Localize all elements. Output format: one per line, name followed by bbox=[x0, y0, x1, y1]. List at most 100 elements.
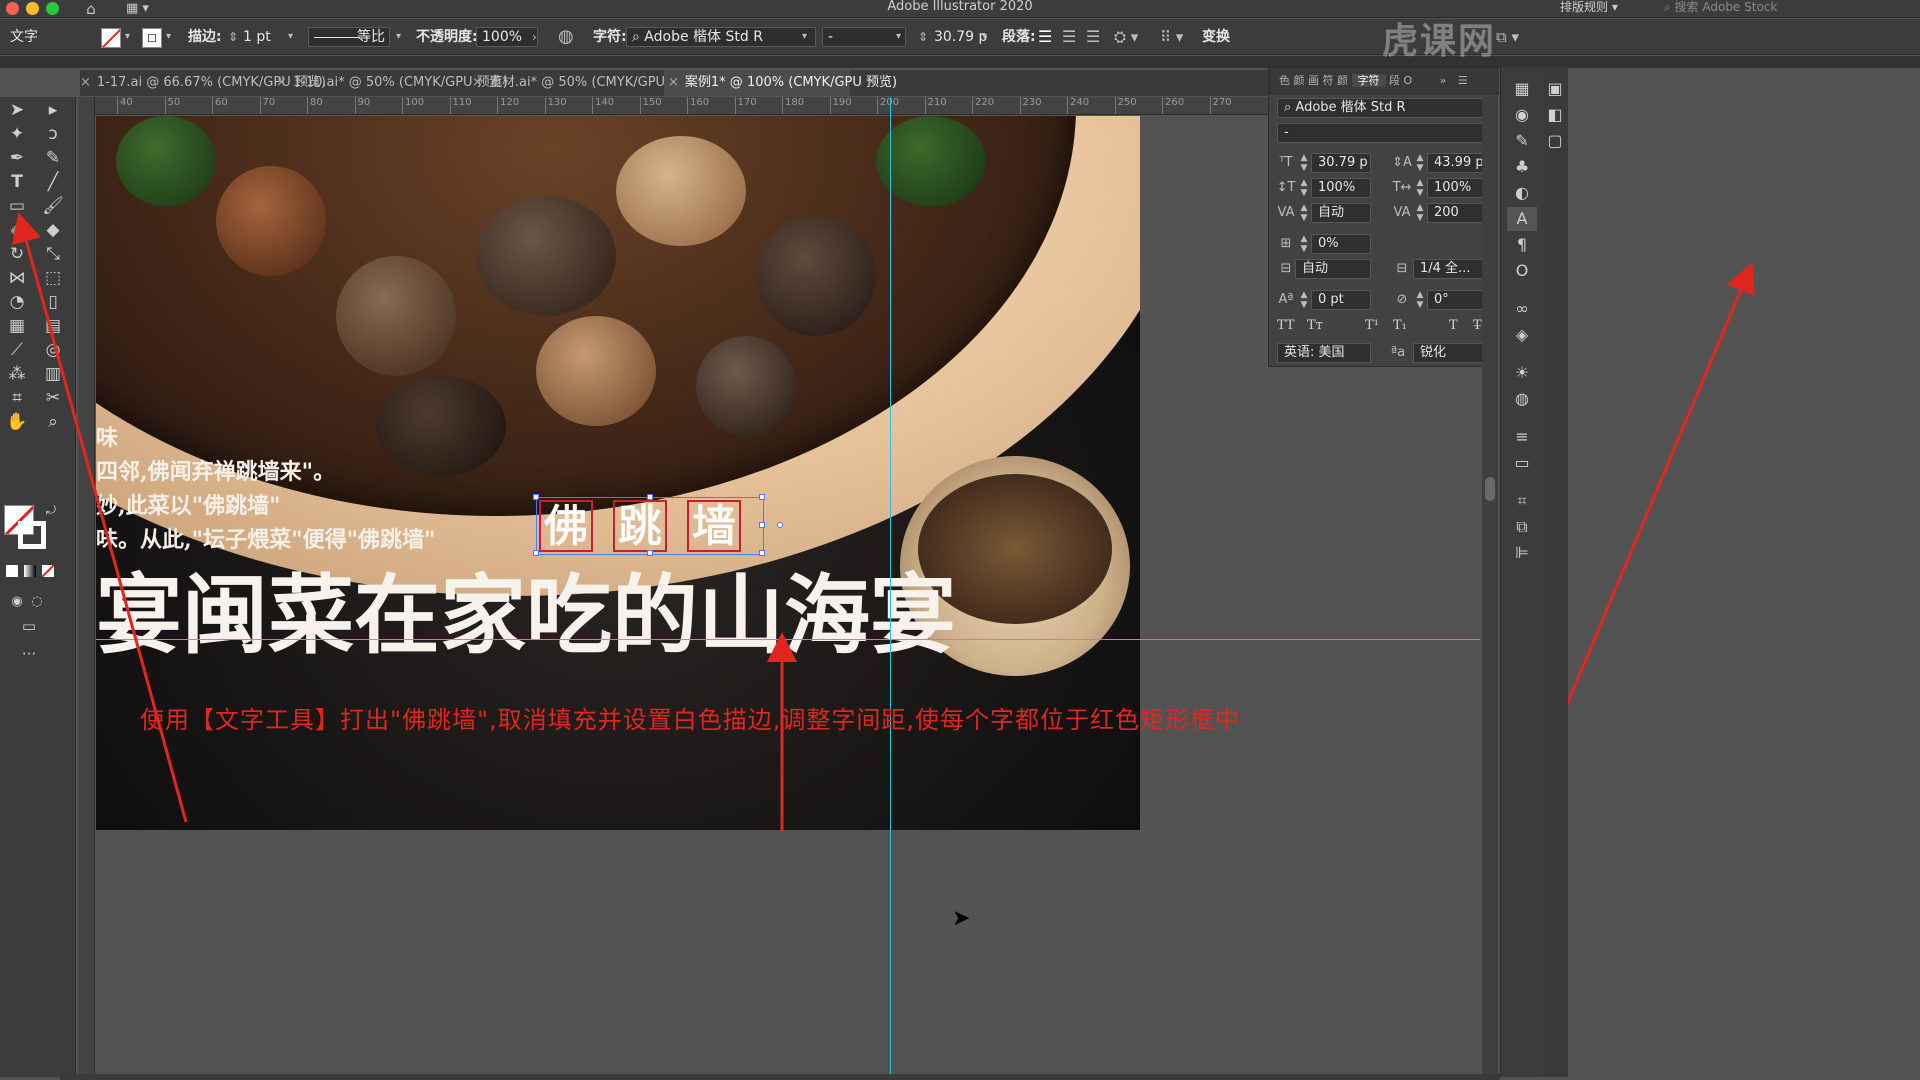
pathfinder-panel-icon[interactable]: ⧉ bbox=[1507, 515, 1537, 539]
panel-menu-icon[interactable]: ☰ bbox=[1458, 74, 1468, 87]
panel-collapse-icon[interactable]: » bbox=[1440, 74, 1447, 87]
fill-dropdown-icon[interactable]: ▾ bbox=[125, 19, 130, 55]
shaper-tool-icon[interactable]: ✐ bbox=[2, 217, 32, 243]
headline-text[interactable]: 宴闽菜在家吃的山海宴 bbox=[96, 566, 956, 666]
vertical-guide[interactable] bbox=[890, 97, 891, 1077]
draw-behind-icon[interactable]: ◌ bbox=[22, 589, 52, 615]
arrange-menu[interactable]: 排版规则 ▾ bbox=[1560, 0, 1618, 14]
horizontal-scale-input[interactable]: 100% bbox=[1427, 178, 1489, 198]
panel-tab[interactable]: 符 bbox=[1323, 74, 1334, 87]
blend-tool-icon[interactable]: ◎ bbox=[38, 337, 68, 363]
horizontal-scale-stepper[interactable]: ▲ ▼ bbox=[1415, 178, 1425, 198]
aki-right-select[interactable]: 1/4 全... bbox=[1413, 259, 1489, 279]
char-rotation-stepper[interactable]: ▲ ▼ bbox=[1415, 290, 1425, 310]
tsume-stepper[interactable]: ▲ ▼ bbox=[1299, 234, 1309, 254]
vertical-scrollbar[interactable] bbox=[1482, 97, 1498, 1077]
none-mode-icon[interactable] bbox=[42, 565, 54, 577]
kerning-select[interactable]: 自动 bbox=[1311, 203, 1371, 223]
panel-tab[interactable]: 色 bbox=[1279, 74, 1290, 87]
strikethrough-icon[interactable]: T̶ bbox=[1473, 318, 1482, 333]
zoom-tool-icon[interactable]: ⌕ bbox=[38, 409, 68, 435]
panel-tab[interactable]: O bbox=[1404, 74, 1413, 87]
stroke-style-select[interactable]: 等比 bbox=[308, 27, 390, 47]
small-caps-icon[interactable]: Tᴛ bbox=[1307, 318, 1323, 333]
tab-case1[interactable]: × 案例1* @ 100% (CMYK/GPU 预览) bbox=[664, 70, 897, 96]
transform-panel-icon[interactable]: ⌗ bbox=[1507, 489, 1537, 513]
mesh-tool-icon[interactable]: ▤ bbox=[38, 313, 68, 339]
recolor-artwork-icon[interactable]: ⛭ ▾ bbox=[1114, 19, 1138, 55]
resize-handle[interactable] bbox=[759, 522, 765, 528]
kerning-stepper[interactable]: ▲ ▼ bbox=[1299, 203, 1309, 223]
transparency-panel-icon[interactable]: ◍ bbox=[1507, 387, 1537, 411]
swap-colors-icon[interactable]: ⤾ bbox=[36, 497, 66, 523]
stroke-weight-value[interactable]: 1 pt bbox=[243, 19, 271, 55]
stroke-style-dropdown-icon[interactable]: ▾ bbox=[396, 19, 401, 55]
align-right-icon[interactable]: ☰ bbox=[1086, 19, 1100, 55]
opacity-arrow-icon[interactable]: › bbox=[532, 19, 537, 55]
aki-left-select[interactable]: 自动 bbox=[1295, 259, 1371, 279]
tab-1-10[interactable]: × 1-10.ai* @ 50% (CMYK/GPU 预览) bbox=[276, 70, 508, 96]
close-tab-icon[interactable]: × bbox=[276, 75, 287, 90]
font-family-select[interactable]: ⌕ Adobe 楷体 Std R bbox=[626, 27, 816, 47]
underline-icon[interactable]: T bbox=[1449, 318, 1458, 333]
superscript-icon[interactable]: T¹ bbox=[1365, 318, 1379, 333]
close-tab-icon[interactable]: × bbox=[668, 75, 679, 90]
column-graph-tool-icon[interactable]: ▥ bbox=[38, 361, 68, 387]
resize-handle[interactable] bbox=[759, 550, 765, 556]
magic-wand-tool-icon[interactable]: ✦ bbox=[2, 121, 32, 147]
panel-tab[interactable]: 画 bbox=[1308, 74, 1319, 87]
transform-label[interactable]: 变换 bbox=[1202, 19, 1230, 55]
shape-builder-tool-icon[interactable]: ◔ bbox=[2, 289, 32, 315]
align-left-icon[interactable]: ☰ bbox=[1038, 19, 1052, 55]
align-center-icon[interactable]: ☰ bbox=[1062, 19, 1076, 55]
horizontal-guide[interactable] bbox=[96, 639, 1480, 640]
baseline-shift-stepper[interactable]: ▲ ▼ bbox=[1299, 290, 1309, 310]
direct-selection-tool-icon[interactable]: ▸ bbox=[38, 97, 68, 123]
selection-tool-icon[interactable]: ➤ bbox=[2, 97, 32, 123]
font-size-value[interactable]: 30.79 p bbox=[934, 19, 987, 55]
paragraph-panel-icon[interactable]: ¶ bbox=[1507, 233, 1537, 257]
antialias-select[interactable]: 锐化 bbox=[1413, 343, 1489, 363]
tracking-input[interactable]: 200 bbox=[1427, 203, 1489, 223]
resize-handle[interactable] bbox=[647, 550, 653, 556]
tab-1-17[interactable]: × 1-17.ai @ 66.67% (CMYK/GPU 预览) bbox=[80, 70, 326, 96]
gradient-panel-icon[interactable]: ▭ bbox=[1507, 451, 1537, 475]
panel-font-family-select[interactable]: ⌕ Adobe 楷体 Std R bbox=[1277, 98, 1491, 118]
libraries-panel-icon[interactable]: ▣ bbox=[1540, 77, 1570, 101]
image-trace-icon[interactable]: ◈ bbox=[1507, 323, 1537, 347]
lasso-tool-icon[interactable]: ↄ bbox=[38, 121, 68, 147]
baseline-shift-input[interactable]: 0 pt bbox=[1311, 290, 1371, 310]
panel-menu-icon[interactable]: ⧉ ▾ bbox=[1496, 19, 1519, 55]
language-select[interactable]: 英语: 美国 bbox=[1277, 343, 1371, 363]
subscript-icon[interactable]: T₁ bbox=[1393, 318, 1407, 333]
font-style-dropdown-icon[interactable]: ▾ bbox=[896, 19, 901, 55]
scrollbar-thumb[interactable] bbox=[1485, 477, 1495, 501]
pen-tool-icon[interactable]: ✒ bbox=[2, 145, 32, 171]
more-tools-icon[interactable]: ··· bbox=[14, 641, 44, 667]
type-tool-icon[interactable]: T bbox=[2, 169, 32, 195]
graphic-styles-icon[interactable]: ◐ bbox=[1507, 181, 1537, 205]
perspective-grid-tool-icon[interactable]: ▦ bbox=[2, 313, 32, 339]
recolor-icon[interactable]: ◍ bbox=[558, 19, 574, 55]
font-style-select[interactable]: - bbox=[822, 27, 906, 47]
free-transform-tool-icon[interactable]: ⬚ bbox=[38, 265, 68, 291]
slice-tool-icon[interactable]: ✂ bbox=[38, 385, 68, 411]
color-mode-icon[interactable] bbox=[6, 565, 18, 577]
tracking-stepper[interactable]: ▲ ▼ bbox=[1415, 203, 1425, 223]
all-caps-icon[interactable]: TT bbox=[1277, 318, 1295, 333]
links-panel-icon[interactable]: ∞ bbox=[1507, 297, 1537, 321]
stroke-dropdown-icon[interactable]: ▾ bbox=[166, 19, 171, 55]
eraser-tool-icon[interactable]: ◆ bbox=[38, 217, 68, 243]
rectangle-tool-icon[interactable]: ▭ bbox=[2, 193, 32, 219]
gradient-mode-icon[interactable] bbox=[24, 565, 36, 577]
font-family-dropdown-icon[interactable]: ▾ bbox=[802, 19, 807, 55]
live-paint-tool-icon[interactable]: ▯ bbox=[38, 289, 68, 315]
resize-handle[interactable] bbox=[647, 494, 653, 500]
font-size-dropdown-icon[interactable]: ▾ bbox=[982, 19, 987, 55]
appearance-panel-icon[interactable]: ☀ bbox=[1507, 361, 1537, 385]
leading-stepper[interactable]: ▲ ▼ bbox=[1415, 153, 1425, 173]
panel-tab[interactable]: 颜 bbox=[1337, 74, 1348, 87]
resize-handle[interactable] bbox=[759, 494, 765, 500]
hand-tool-icon[interactable]: ✋ bbox=[2, 409, 32, 435]
vertical-scale-stepper[interactable]: ▲ ▼ bbox=[1299, 178, 1309, 198]
